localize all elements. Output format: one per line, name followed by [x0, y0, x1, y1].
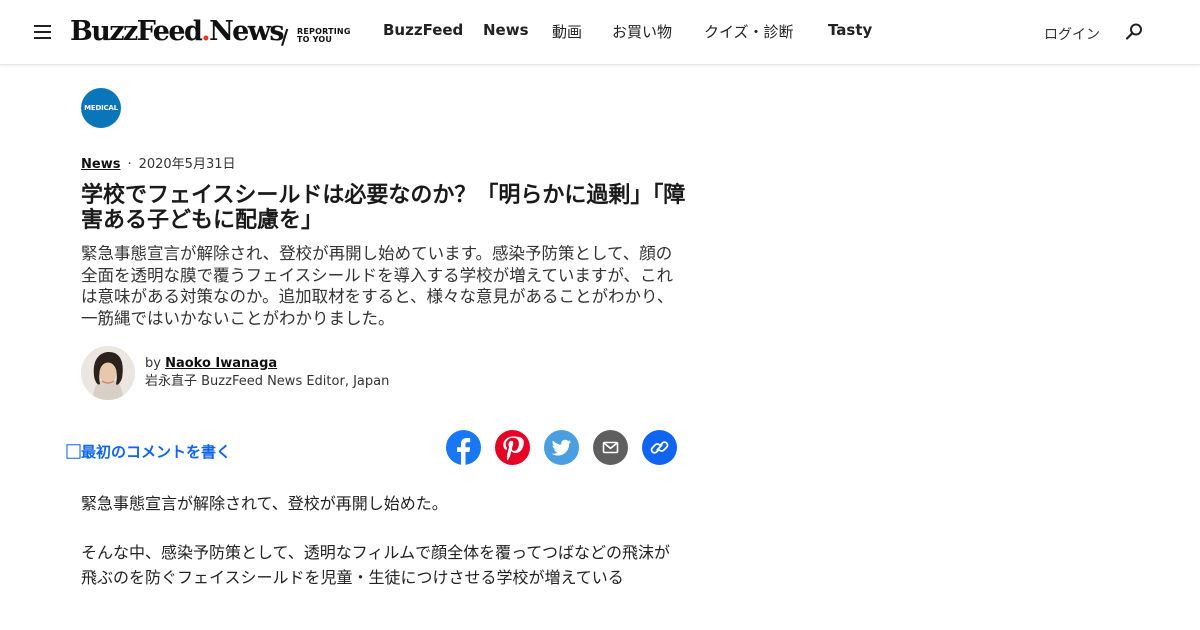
author-name-link[interactable]: Naoko Iwanaga — [165, 356, 277, 371]
buzzfeed-news-logo[interactable]: BuzzFeed.News — [70, 16, 285, 47]
search-icon[interactable] — [1124, 22, 1144, 42]
share-facebook-button[interactable] — [446, 430, 481, 465]
article-paragraph: そんな中、感染予防策として、透明なフィルムで顔全体を覆ってつばなどの飛沫が飛ぶの… — [81, 543, 670, 587]
nav-buzzfeed[interactable]: BuzzFeed — [383, 21, 463, 39]
share-twitter-button[interactable] — [544, 430, 579, 465]
share-email-button[interactable] — [593, 430, 628, 465]
meta-separator: · — [127, 157, 132, 172]
write-comment-link[interactable]: ⃞最初のコメントを書く — [81, 441, 231, 462]
publish-date: 2020年5月31日 — [138, 157, 236, 172]
article-title: 学校でフェイスシールドは必要なのか？「明らかに過剰」「障害ある子どもに配慮を」 — [81, 183, 686, 233]
mail-icon — [602, 441, 619, 454]
top-navigation-bar: BuzzFeed.News / REPORTING TO YOU BuzzFee… — [0, 0, 1200, 65]
author-avatar[interactable] — [81, 346, 135, 400]
tagline-slash: / — [281, 25, 289, 49]
tagline-line-2: TO YOU — [297, 35, 333, 44]
medical-badge[interactable]: MEDICAL — [81, 88, 121, 128]
article-paragraph: 緊急事態宣言が解除されて、登校が再開し始めた。 — [81, 494, 448, 513]
article-description: 緊急事態宣言が解除され、登校が再開し始めています。感染予防策として、顔の全面を透… — [81, 244, 674, 328]
nav-quizzes[interactable]: クイズ・診断 — [704, 21, 794, 42]
menu-icon[interactable] — [34, 24, 52, 40]
nav-news[interactable]: News — [483, 21, 529, 39]
link-icon — [650, 441, 669, 454]
tagline: REPORTING TO YOU — [297, 28, 351, 44]
login-link[interactable]: ログイン — [1044, 24, 1100, 44]
facebook-icon — [457, 438, 471, 465]
byline: by Naoko Iwanaga 岩永直子 BuzzFeed News Edit… — [145, 355, 389, 391]
article-meta: News · 2020年5月31日 — [81, 153, 236, 172]
author-title: 岩永直子 BuzzFeed News Editor, Japan — [145, 374, 390, 389]
nav-tasty[interactable]: Tasty — [828, 21, 872, 39]
twitter-icon — [551, 439, 571, 456]
by-label: by — [145, 356, 161, 371]
category-link[interactable]: News — [81, 157, 120, 172]
nav-shopping[interactable]: お買い物 — [612, 21, 672, 42]
share-pinterest-button[interactable] — [495, 430, 530, 465]
pinterest-icon — [503, 436, 524, 461]
nav-videos[interactable]: 動画 — [552, 21, 582, 42]
copy-link-button[interactable] — [642, 430, 677, 465]
